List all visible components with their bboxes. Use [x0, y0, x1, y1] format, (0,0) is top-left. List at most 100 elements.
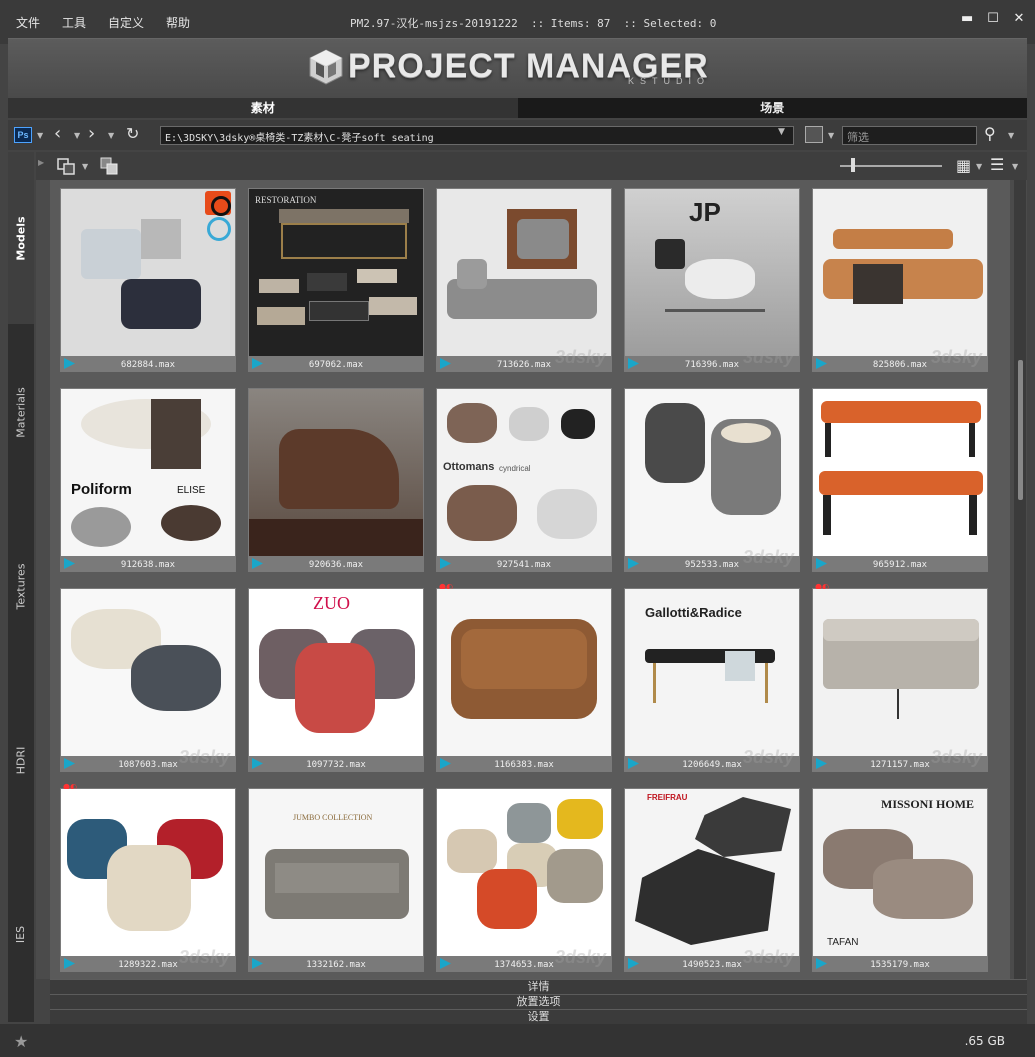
asset-card[interactable]: 3dsky 1374653.max: [436, 788, 612, 972]
scrollbar-thumb[interactable]: [1018, 360, 1023, 500]
asset-thumbnail: ZUO: [249, 589, 423, 756]
status-bar: ★ .65 GB: [0, 1024, 1035, 1057]
asset-card[interactable]: JUMBO COLLECTION 1332162.max: [248, 788, 424, 972]
disk-space: .65 GB: [964, 1034, 1005, 1048]
sync-icon[interactable]: [56, 156, 78, 176]
sidebar-item-hdri[interactable]: HDRI: [8, 674, 34, 846]
sidebar-item-ies[interactable]: IES: [8, 848, 34, 1020]
photoshop-icon[interactable]: Ps: [14, 127, 32, 143]
asset-filename: 1332162.max: [306, 960, 366, 970]
asset-thumbnail: [813, 589, 987, 756]
menu-tools[interactable]: 工具: [62, 14, 86, 31]
asset-filename: 713626.max: [496, 360, 552, 370]
asset-card[interactable]: Poliform ELISE 912638.max: [60, 388, 236, 572]
menu-help[interactable]: 帮助: [166, 14, 190, 31]
grid-scrollbar[interactable]: [1014, 180, 1026, 979]
path-input[interactable]: E:\3DSKY\3dsky®桌椅类-TZ素材\C-凳子soft seating: [160, 126, 794, 145]
collapse-icon[interactable]: ▶: [38, 158, 44, 167]
thumb-brand-label: RESTORATION: [255, 195, 317, 205]
maximize-button[interactable]: ☐: [987, 12, 999, 26]
sidebar-label: Materials: [14, 386, 28, 438]
panel-settings[interactable]: 设置: [50, 1009, 1027, 1024]
menu-customize[interactable]: 自定义: [108, 14, 144, 31]
chevron-down-icon[interactable]: ▼: [828, 131, 834, 140]
asset-card[interactable]: FREIFRAU 3dsky 1490523.max: [624, 788, 800, 972]
filter-toggle-icon[interactable]: [805, 126, 823, 143]
asset-grid-viewport: 682884.max RESTORATION 697062.max 3dsky …: [50, 180, 1010, 979]
sidebar-item-models[interactable]: Models: [8, 152, 34, 324]
sidebar-label: Models: [14, 215, 28, 261]
asset-card[interactable]: Ottomans cyndrical 927541.max: [436, 388, 612, 572]
asset-thumbnail: MISSONI HOME TAFAN: [813, 789, 987, 956]
panel-placement-options[interactable]: 放置选项: [50, 994, 1027, 1009]
sidebar-item-textures[interactable]: Textures: [8, 500, 34, 672]
asset-card[interactable]: 3dsky 825806.max: [812, 188, 988, 372]
menu-bar: 文件 工具 自定义 帮助: [16, 14, 212, 31]
asset-filename: 912638.max: [120, 560, 176, 570]
asset-filename: 1535179.max: [870, 960, 930, 970]
asset-thumbnail: [61, 189, 235, 356]
asset-card[interactable]: ZUO 1097732.max: [248, 588, 424, 772]
grid-view-icon[interactable]: ▦: [956, 156, 971, 175]
asset-thumbnail: RESTORATION: [249, 189, 423, 356]
slider-handle[interactable]: [851, 158, 855, 172]
sidebar-item-materials[interactable]: Materials: [8, 326, 34, 498]
asset-card[interactable]: RESTORATION 697062.max: [248, 188, 424, 372]
chevron-down-icon[interactable]: ▼: [37, 131, 43, 140]
sidebar-label: IES: [14, 925, 28, 943]
asset-thumbnail: [437, 789, 611, 956]
asset-card[interactable]: 682884.max: [60, 188, 236, 372]
banner: PROJECT MANAGER KSTUDIO: [8, 38, 1027, 98]
panel-details[interactable]: 详情: [50, 979, 1027, 994]
asset-thumbnail: [437, 589, 611, 756]
chevron-down-icon[interactable]: ▼: [108, 131, 114, 140]
thumb-brand-label: Gallotti&Radice: [645, 605, 742, 620]
asset-filename: 920636.max: [308, 560, 364, 570]
search-icon[interactable]: ⚲: [984, 124, 996, 143]
chevron-down-icon[interactable]: ▼: [1012, 162, 1018, 171]
filter-input[interactable]: 筛选: [842, 126, 977, 145]
asset-filename: 952533.max: [684, 560, 740, 570]
tab-assets[interactable]: 素材: [8, 98, 518, 118]
asset-card[interactable]: 3dsky 952533.max: [624, 388, 800, 572]
asset-card[interactable]: ●◐ 3dsky 1289322.max: [60, 782, 236, 972]
asset-card[interactable]: ●◐ 1166383.max: [436, 582, 612, 772]
asset-thumbnail: [813, 389, 987, 556]
chevron-down-icon[interactable]: ▼: [976, 162, 982, 171]
asset-card[interactable]: 3dsky 1087603.max: [60, 588, 236, 772]
asset-card[interactable]: Gallotti&Radice 3dsky 1206649.max: [624, 588, 800, 772]
asset-card[interactable]: MISSONI HOME TAFAN 1535179.max: [812, 788, 988, 972]
minimize-button[interactable]: ▬: [961, 12, 973, 26]
sidebar-label: Textures: [14, 563, 28, 609]
forward-icon[interactable]: ›: [88, 124, 95, 144]
thumbnail-size-slider[interactable]: [840, 165, 942, 167]
refresh-icon[interactable]: ↻: [126, 124, 139, 144]
menu-file[interactable]: 文件: [16, 14, 40, 31]
max-file-icon[interactable]: [98, 156, 120, 176]
tab-scenes[interactable]: 场景: [517, 98, 1027, 118]
thumb-brand-label: Poliform: [71, 481, 132, 498]
asset-thumbnail: [61, 789, 235, 956]
path-dropdown-icon[interactable]: ▼: [778, 127, 785, 137]
chevron-down-icon[interactable]: ▼: [1008, 131, 1014, 140]
chevron-down-icon[interactable]: ▼: [82, 162, 88, 171]
chevron-down-icon[interactable]: ▼: [74, 131, 80, 140]
asset-filename: 825806.max: [872, 360, 928, 370]
back-icon[interactable]: ‹: [54, 124, 61, 144]
asset-card[interactable]: 3dsky 713626.max: [436, 188, 612, 372]
asset-thumbnail: JUMBO COLLECTION: [249, 789, 423, 956]
asset-card[interactable]: JP 3dsky 716396.max: [624, 188, 800, 372]
asset-card[interactable]: 920636.max: [248, 388, 424, 572]
favorite-star-icon[interactable]: ★: [14, 1032, 28, 1051]
sort-icon[interactable]: ☰: [990, 155, 1004, 174]
asset-thumbnail: [813, 189, 987, 356]
asset-card[interactable]: ●◐ 3dsky 1271157.max: [812, 582, 988, 772]
asset-card[interactable]: 965912.max: [812, 388, 988, 572]
close-button[interactable]: ✕: [1013, 12, 1025, 26]
asset-filename: 965912.max: [872, 560, 928, 570]
asset-filename: 1374653.max: [494, 960, 554, 970]
logo-subtitle: KSTUDIO: [628, 76, 711, 86]
asset-thumbnail: [61, 589, 235, 756]
thumb-brand-label: JUMBO COLLECTION: [293, 813, 373, 822]
vray-logo-icon: [205, 191, 231, 216]
